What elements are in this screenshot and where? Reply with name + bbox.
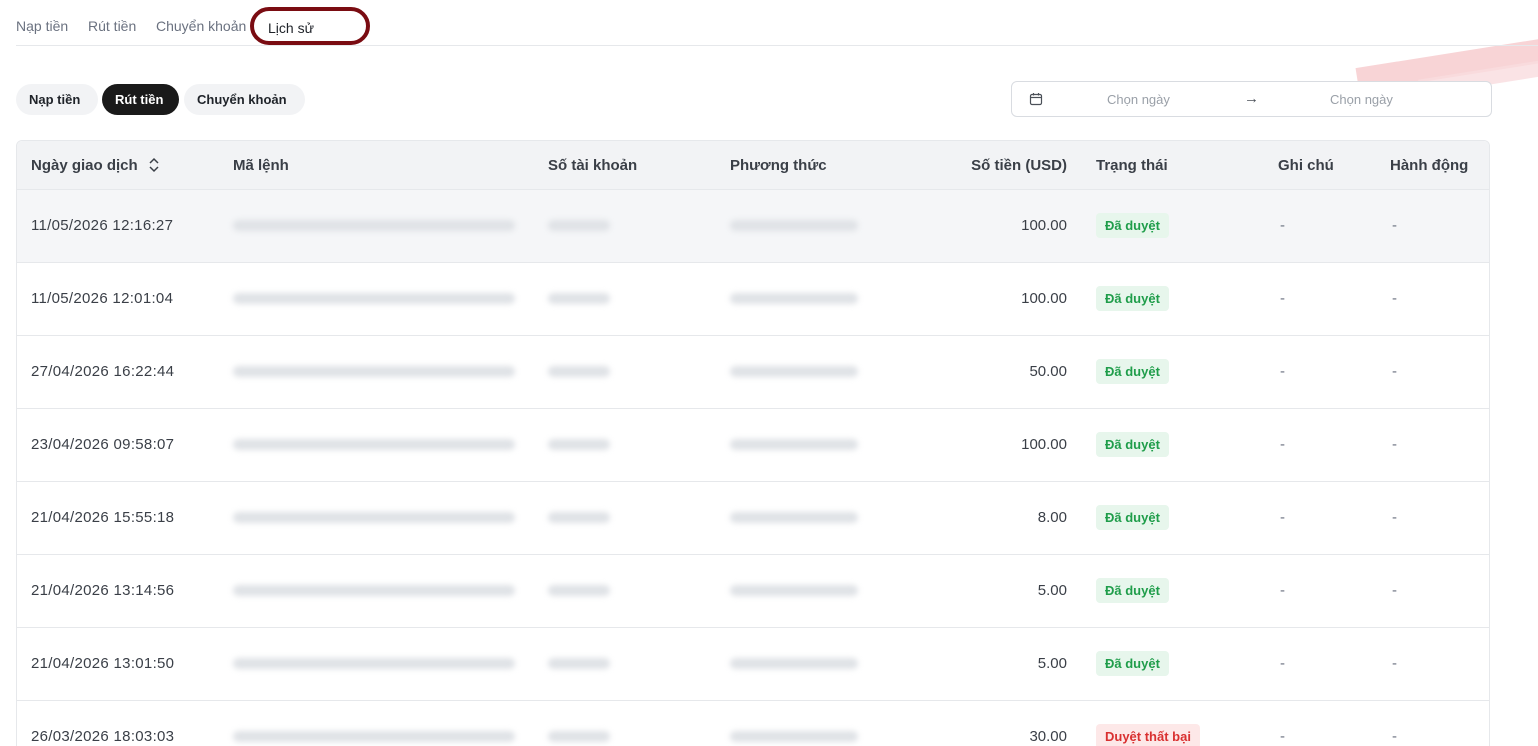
history-table: Ngày giao dịch Mã lệnh Số tài khoản Phươ…	[16, 140, 1490, 746]
start-date-input[interactable]: Chọn ngày	[1107, 92, 1170, 107]
calendar-icon	[1029, 93, 1043, 106]
row-date: 21/04/2026 13:14:56	[31, 582, 175, 599]
redacted-order-id	[233, 439, 515, 450]
header-action: Hành động	[1390, 157, 1469, 174]
redacted-account	[548, 220, 610, 231]
table-row[interactable]: 11/05/2026 12:01:04 100.00 Đã duyệt - -	[17, 263, 1489, 336]
redacted-account	[548, 731, 610, 742]
row-date: 21/04/2026 13:01:50	[31, 655, 175, 672]
tab-history[interactable]: Lịch sử	[250, 7, 370, 45]
row-amount: 100.00	[1021, 290, 1067, 307]
filter-transfer-chip[interactable]: Chuyển khoản	[184, 84, 305, 115]
status-badge: Đã duyệt	[1096, 286, 1169, 311]
redacted-order-id	[233, 293, 515, 304]
row-action[interactable]: -	[1392, 436, 1397, 453]
row-amount: 100.00	[1021, 217, 1067, 234]
redacted-method	[730, 658, 858, 669]
redacted-order-id	[233, 220, 515, 231]
table-row[interactable]: 26/03/2026 18:03:03 30.00 Duyệt thất bại - -	[17, 701, 1489, 746]
row-note: -	[1280, 290, 1285, 307]
row-amount: 30.00	[1029, 728, 1067, 745]
table-header: Ngày giao dịch Mã lệnh Số tài khoản Phươ…	[17, 141, 1489, 190]
redacted-method	[730, 366, 858, 377]
row-note: -	[1280, 217, 1285, 234]
header-amount: Số tiền (USD)	[971, 157, 1067, 174]
redacted-order-id	[233, 731, 515, 742]
row-date: 26/03/2026 18:03:03	[31, 728, 175, 745]
table-row[interactable]: 21/04/2026 13:14:56 5.00 Đã duyệt - -	[17, 555, 1489, 628]
table-row[interactable]: 21/04/2026 15:55:18 8.00 Đã duyệt - -	[17, 482, 1489, 555]
row-note: -	[1280, 363, 1285, 380]
sort-icon[interactable]	[148, 157, 160, 173]
header-method: Phương thức	[730, 157, 827, 174]
header-date[interactable]: Ngày giao dịch	[31, 157, 160, 174]
header-order-id: Mã lệnh	[233, 157, 289, 174]
row-note: -	[1280, 509, 1285, 526]
filter-deposit-chip[interactable]: Nạp tiền	[16, 84, 98, 115]
status-badge: Đã duyệt	[1096, 505, 1169, 530]
redacted-order-id	[233, 512, 515, 523]
header-status: Trạng thái	[1096, 157, 1168, 174]
redacted-order-id	[233, 366, 515, 377]
status-badge: Đã duyệt	[1096, 432, 1169, 457]
row-amount: 5.00	[1037, 655, 1067, 672]
status-badge: Đã duyệt	[1096, 213, 1169, 238]
table-row[interactable]: 21/04/2026 13:01:50 5.00 Đã duyệt - -	[17, 628, 1489, 701]
redacted-account	[548, 293, 610, 304]
row-date: 27/04/2026 16:22:44	[31, 363, 175, 380]
row-action[interactable]: -	[1392, 582, 1397, 599]
status-badge: Đã duyệt	[1096, 359, 1169, 384]
status-badge: Đã duyệt	[1096, 578, 1169, 603]
row-amount: 8.00	[1037, 509, 1067, 526]
redacted-method	[730, 512, 858, 523]
tab-deposit[interactable]: Nạp tiền	[16, 18, 68, 34]
row-amount: 5.00	[1037, 582, 1067, 599]
redacted-account	[548, 439, 610, 450]
redacted-account	[548, 585, 610, 596]
tab-withdraw[interactable]: Rút tiền	[88, 18, 136, 34]
row-action[interactable]: -	[1392, 655, 1397, 672]
top-tab-bar: Nạp tiền Rút tiền Chuyển khoản Lịch sử	[16, 0, 1538, 46]
redacted-account	[548, 512, 610, 523]
status-badge: Duyệt thất bại	[1096, 724, 1200, 746]
redacted-account	[548, 366, 610, 377]
redacted-method	[730, 585, 858, 596]
end-date-input[interactable]: Chọn ngày	[1330, 92, 1393, 107]
arrow-right-icon: →	[1244, 90, 1259, 107]
row-action[interactable]: -	[1392, 290, 1397, 307]
status-badge: Đã duyệt	[1096, 651, 1169, 676]
row-action[interactable]: -	[1392, 728, 1397, 745]
redacted-order-id	[233, 658, 515, 669]
row-action[interactable]: -	[1392, 363, 1397, 380]
filter-withdraw-chip[interactable]: Rút tiền	[102, 84, 179, 115]
table-row[interactable]: 11/05/2026 12:16:27 100.00 Đã duyệt - -	[17, 190, 1489, 263]
redacted-method	[730, 293, 858, 304]
row-date: 23/04/2026 09:58:07	[31, 436, 175, 453]
row-action[interactable]: -	[1392, 217, 1397, 234]
row-note: -	[1280, 436, 1285, 453]
row-amount: 100.00	[1021, 436, 1067, 453]
redacted-method	[730, 439, 858, 450]
redacted-method	[730, 731, 858, 742]
row-note: -	[1280, 728, 1285, 745]
tab-transfer[interactable]: Chuyển khoản	[156, 18, 246, 34]
row-amount: 50.00	[1029, 363, 1067, 380]
header-account: Số tài khoản	[548, 157, 638, 174]
table-row[interactable]: 23/04/2026 09:58:07 100.00 Đã duyệt - -	[17, 409, 1489, 482]
row-date: 11/05/2026 12:16:27	[31, 217, 174, 234]
table-row[interactable]: 27/04/2026 16:22:44 50.00 Đã duyệt - -	[17, 336, 1489, 409]
redacted-order-id	[233, 585, 515, 596]
row-date: 11/05/2026 12:01:04	[31, 290, 174, 307]
row-note: -	[1280, 582, 1285, 599]
header-note: Ghi chú	[1278, 157, 1334, 174]
redacted-account	[548, 658, 610, 669]
date-range-picker[interactable]: Chọn ngày → Chọn ngày	[1011, 81, 1492, 117]
redacted-method	[730, 220, 858, 231]
row-action[interactable]: -	[1392, 509, 1397, 526]
row-note: -	[1280, 655, 1285, 672]
row-date: 21/04/2026 15:55:18	[31, 509, 175, 526]
